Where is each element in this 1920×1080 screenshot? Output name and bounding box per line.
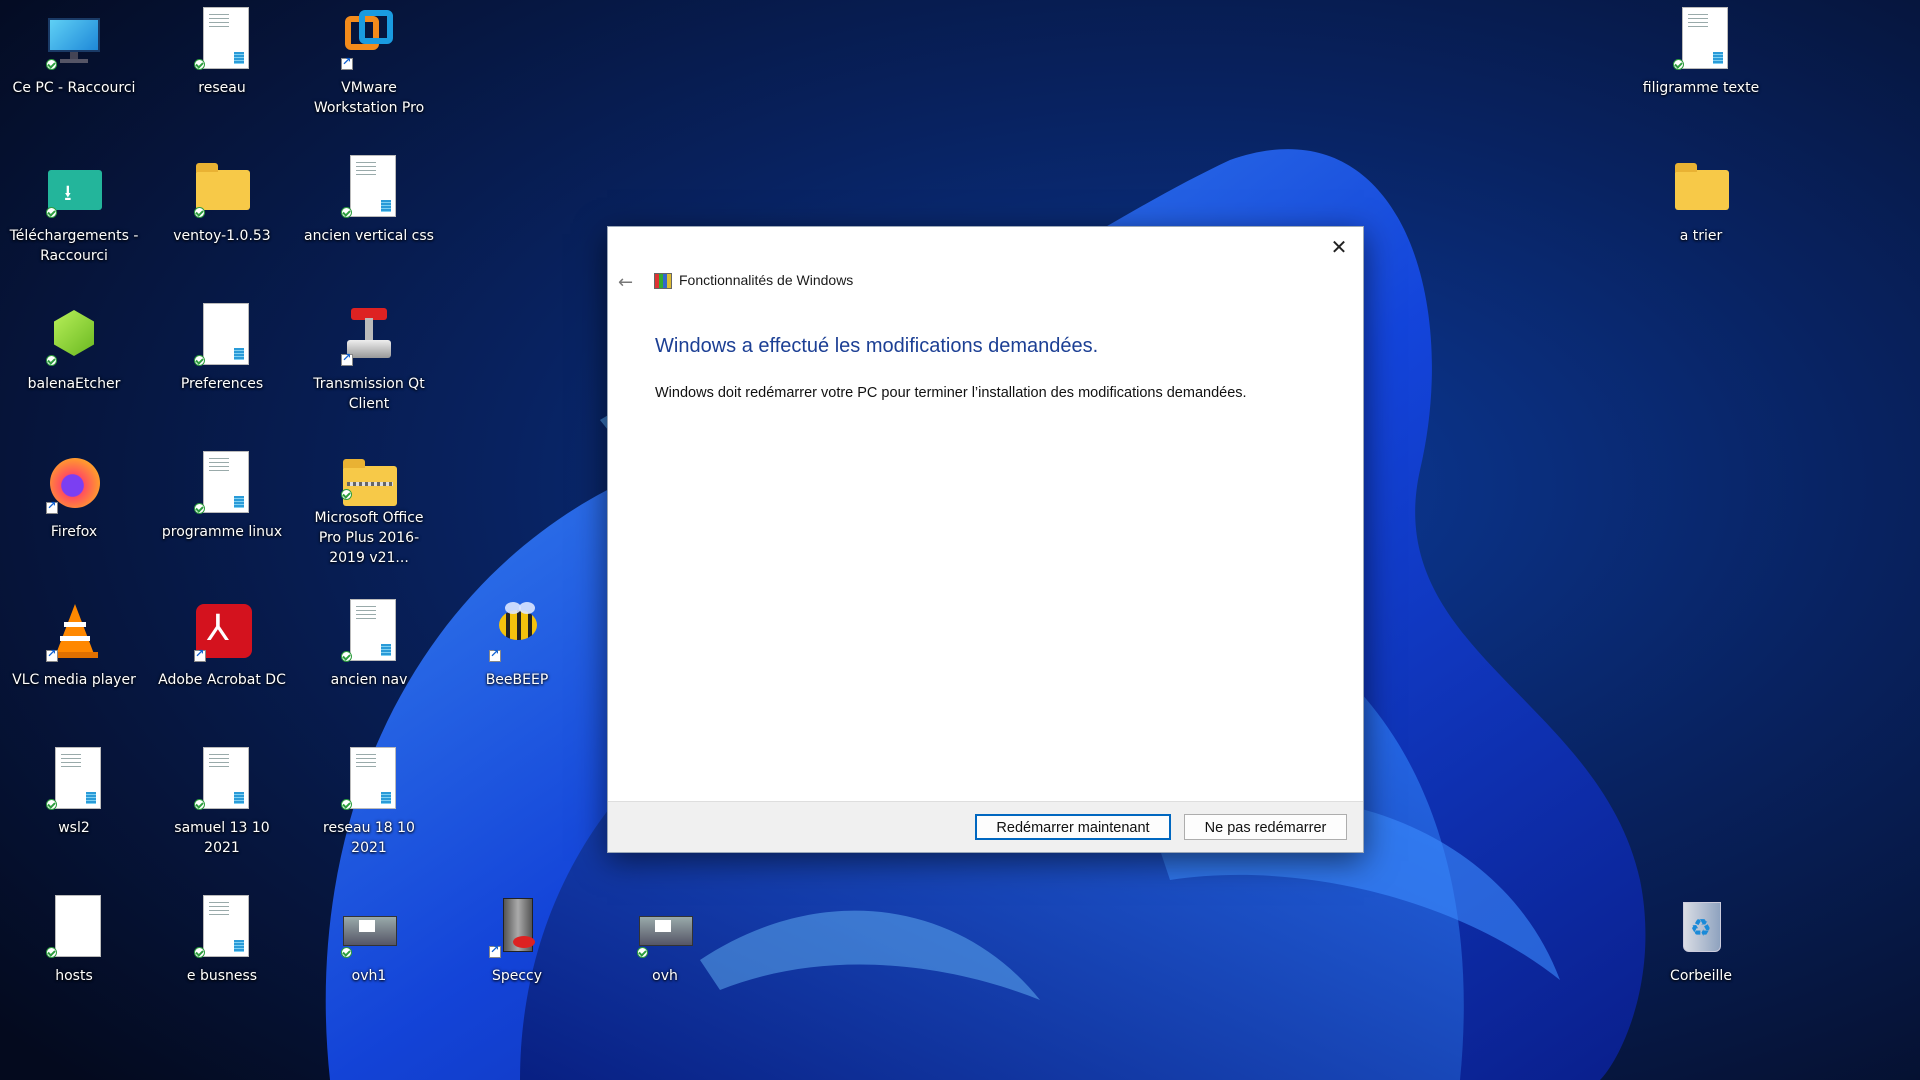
- desktop-icon-ventoy[interactable]: ventoy-1.0.53: [157, 152, 287, 272]
- desktop-icon-programme-linux[interactable]: programme linux: [157, 448, 287, 568]
- windows-features-dialog: ✕ ← Fonctionnalités de Windows Windows a…: [607, 226, 1364, 853]
- desktop-icon-label: ovh1: [351, 968, 387, 984]
- vlc-icon: [42, 600, 106, 664]
- desktop-icon-label: Corbeille: [1670, 968, 1732, 984]
- document-icon: [190, 748, 254, 812]
- desktop-icon-label: reseau: [198, 80, 246, 96]
- desktop-icon-adobe-acrobat[interactable]: ⅄ Adobe Acrobat DC: [157, 596, 287, 716]
- document-icon: [337, 600, 401, 664]
- desktop-icon-office[interactable]: Microsoft Office Pro Plus 2016-2019 v21.…: [304, 448, 434, 568]
- dialog-message: Windows doit redémarrer votre PC pour te…: [655, 385, 1247, 401]
- bee-icon: [485, 600, 549, 664]
- desktop-icon-a-trier[interactable]: a trier: [1636, 152, 1766, 272]
- desktop-icon-label: a trier: [1679, 228, 1723, 244]
- desktop-icon-ovh1[interactable]: ovh1: [304, 892, 434, 1012]
- dialog-footer: Redémarrer maintenant Ne pas redémarrer: [608, 801, 1363, 852]
- document-icon: [42, 748, 106, 812]
- desktop-icon-label: VMware Workstation Pro: [313, 80, 425, 116]
- close-icon[interactable]: ✕: [1325, 233, 1353, 261]
- desktop-icon-label: filigramme texte: [1642, 80, 1760, 96]
- desktop-icon-corbeille[interactable]: ♻ Corbeille: [1636, 892, 1766, 1012]
- file-icon: [42, 896, 106, 960]
- desktop-icon-label: Transmission Qt Client: [313, 376, 425, 412]
- desktop-icon-label: reseau 18 10 2021: [323, 820, 415, 856]
- back-arrow-icon[interactable]: ←: [618, 272, 633, 293]
- windows-features-icon: [654, 273, 672, 289]
- rdp-icon: [633, 896, 697, 960]
- desktop-icon-label: ancien vertical css: [304, 228, 434, 244]
- desktop-icon-label: Preferences: [180, 376, 264, 392]
- do-not-restart-button[interactable]: Ne pas redémarrer: [1184, 814, 1347, 840]
- desktop-icon-vmware[interactable]: VMware Workstation Pro: [304, 4, 434, 124]
- desktop-icon-wsl2[interactable]: wsl2: [9, 744, 139, 864]
- desktop-icon-label: wsl2: [58, 820, 90, 836]
- desktop-icon-ancien-vertical-css[interactable]: ancien vertical css: [304, 152, 434, 272]
- desktop-icon-label: ancien nav: [330, 672, 408, 688]
- desktop-icon-label: e busness: [186, 968, 258, 984]
- desktop-icon-label: balenaEtcher: [27, 376, 121, 392]
- desktop-icon-label: Téléchargements - Raccourci: [9, 228, 139, 264]
- downloads-folder-icon: ⭳: [42, 156, 106, 220]
- document-icon: [190, 452, 254, 516]
- desktop-icon-label: Speccy: [491, 968, 543, 984]
- desktop-icon-filigramme[interactable]: filigramme texte: [1636, 4, 1766, 124]
- speccy-icon: [485, 896, 549, 960]
- desktop-icon-ce-pc[interactable]: Ce PC - Raccourci: [9, 4, 139, 124]
- monitor-icon: [42, 8, 106, 72]
- desktop-icon-samuel[interactable]: samuel 13 10 2021: [157, 744, 287, 864]
- firefox-icon: [42, 452, 106, 516]
- folder-icon: [190, 156, 254, 220]
- desktop-icon-hosts[interactable]: hosts: [9, 892, 139, 1012]
- desktop-icon-label: BeeBEEP: [485, 672, 549, 688]
- desktop-icon-label: programme linux: [161, 524, 283, 540]
- desktop-icon-firefox[interactable]: Firefox: [9, 448, 139, 568]
- document-icon: [1669, 8, 1733, 72]
- document-icon: [190, 896, 254, 960]
- dialog-title: Fonctionnalités de Windows: [679, 272, 854, 288]
- document-icon: [337, 748, 401, 812]
- desktop-icon-beebeep[interactable]: BeeBEEP: [452, 596, 582, 716]
- desktop-icon-e-busness[interactable]: e busness: [157, 892, 287, 1012]
- desktop-icon-transmission[interactable]: Transmission Qt Client: [304, 300, 434, 420]
- recycle-bin-icon: ♻: [1669, 896, 1733, 960]
- folder-icon: [1669, 156, 1733, 220]
- desktop-icon-label: VLC media player: [12, 672, 136, 688]
- desktop-icon-label: Adobe Acrobat DC: [158, 672, 286, 688]
- document-icon: [190, 8, 254, 72]
- desktop-icon-label: Ce PC - Raccourci: [12, 80, 136, 96]
- desktop-icon-label: samuel 13 10 2021: [174, 820, 270, 856]
- vmware-icon: [337, 8, 401, 72]
- dialog-heading: Windows a effectué les modifications dem…: [655, 335, 1099, 357]
- restart-now-button[interactable]: Redémarrer maintenant: [975, 814, 1171, 840]
- desktop-icon-ancien-nav[interactable]: ancien nav: [304, 596, 434, 716]
- desktop-icon-reseau-18[interactable]: reseau 18 10 2021: [304, 744, 434, 864]
- desktop-icon-label: Firefox: [50, 524, 98, 540]
- document-icon: [190, 304, 254, 368]
- rdp-icon: [337, 896, 401, 960]
- desktop-icon-label: ovh: [652, 968, 678, 984]
- desktop-icon-label: ventoy-1.0.53: [173, 228, 271, 244]
- desktop-icon-preferences[interactable]: Preferences: [157, 300, 287, 420]
- desktop-icon-speccy[interactable]: Speccy: [452, 892, 582, 1012]
- desktop-icon-vlc[interactable]: VLC media player: [9, 596, 139, 716]
- balenaetcher-icon: [42, 304, 106, 368]
- desktop-icon-ovh[interactable]: ovh: [600, 892, 730, 1012]
- zip-folder-icon: [337, 452, 401, 506]
- desktop-icon-telechargements[interactable]: ⭳ Téléchargements - Raccourci: [9, 152, 139, 272]
- desktop-icon-balenaetcher[interactable]: balenaEtcher: [9, 300, 139, 420]
- desktop-icon-label: Microsoft Office Pro Plus 2016-2019 v21.…: [314, 510, 424, 566]
- acrobat-icon: ⅄: [190, 600, 254, 664]
- desktop-icon-reseau[interactable]: reseau: [157, 4, 287, 124]
- transmission-icon: [337, 304, 401, 368]
- desktop-icon-label: hosts: [55, 968, 93, 984]
- document-icon: [337, 156, 401, 220]
